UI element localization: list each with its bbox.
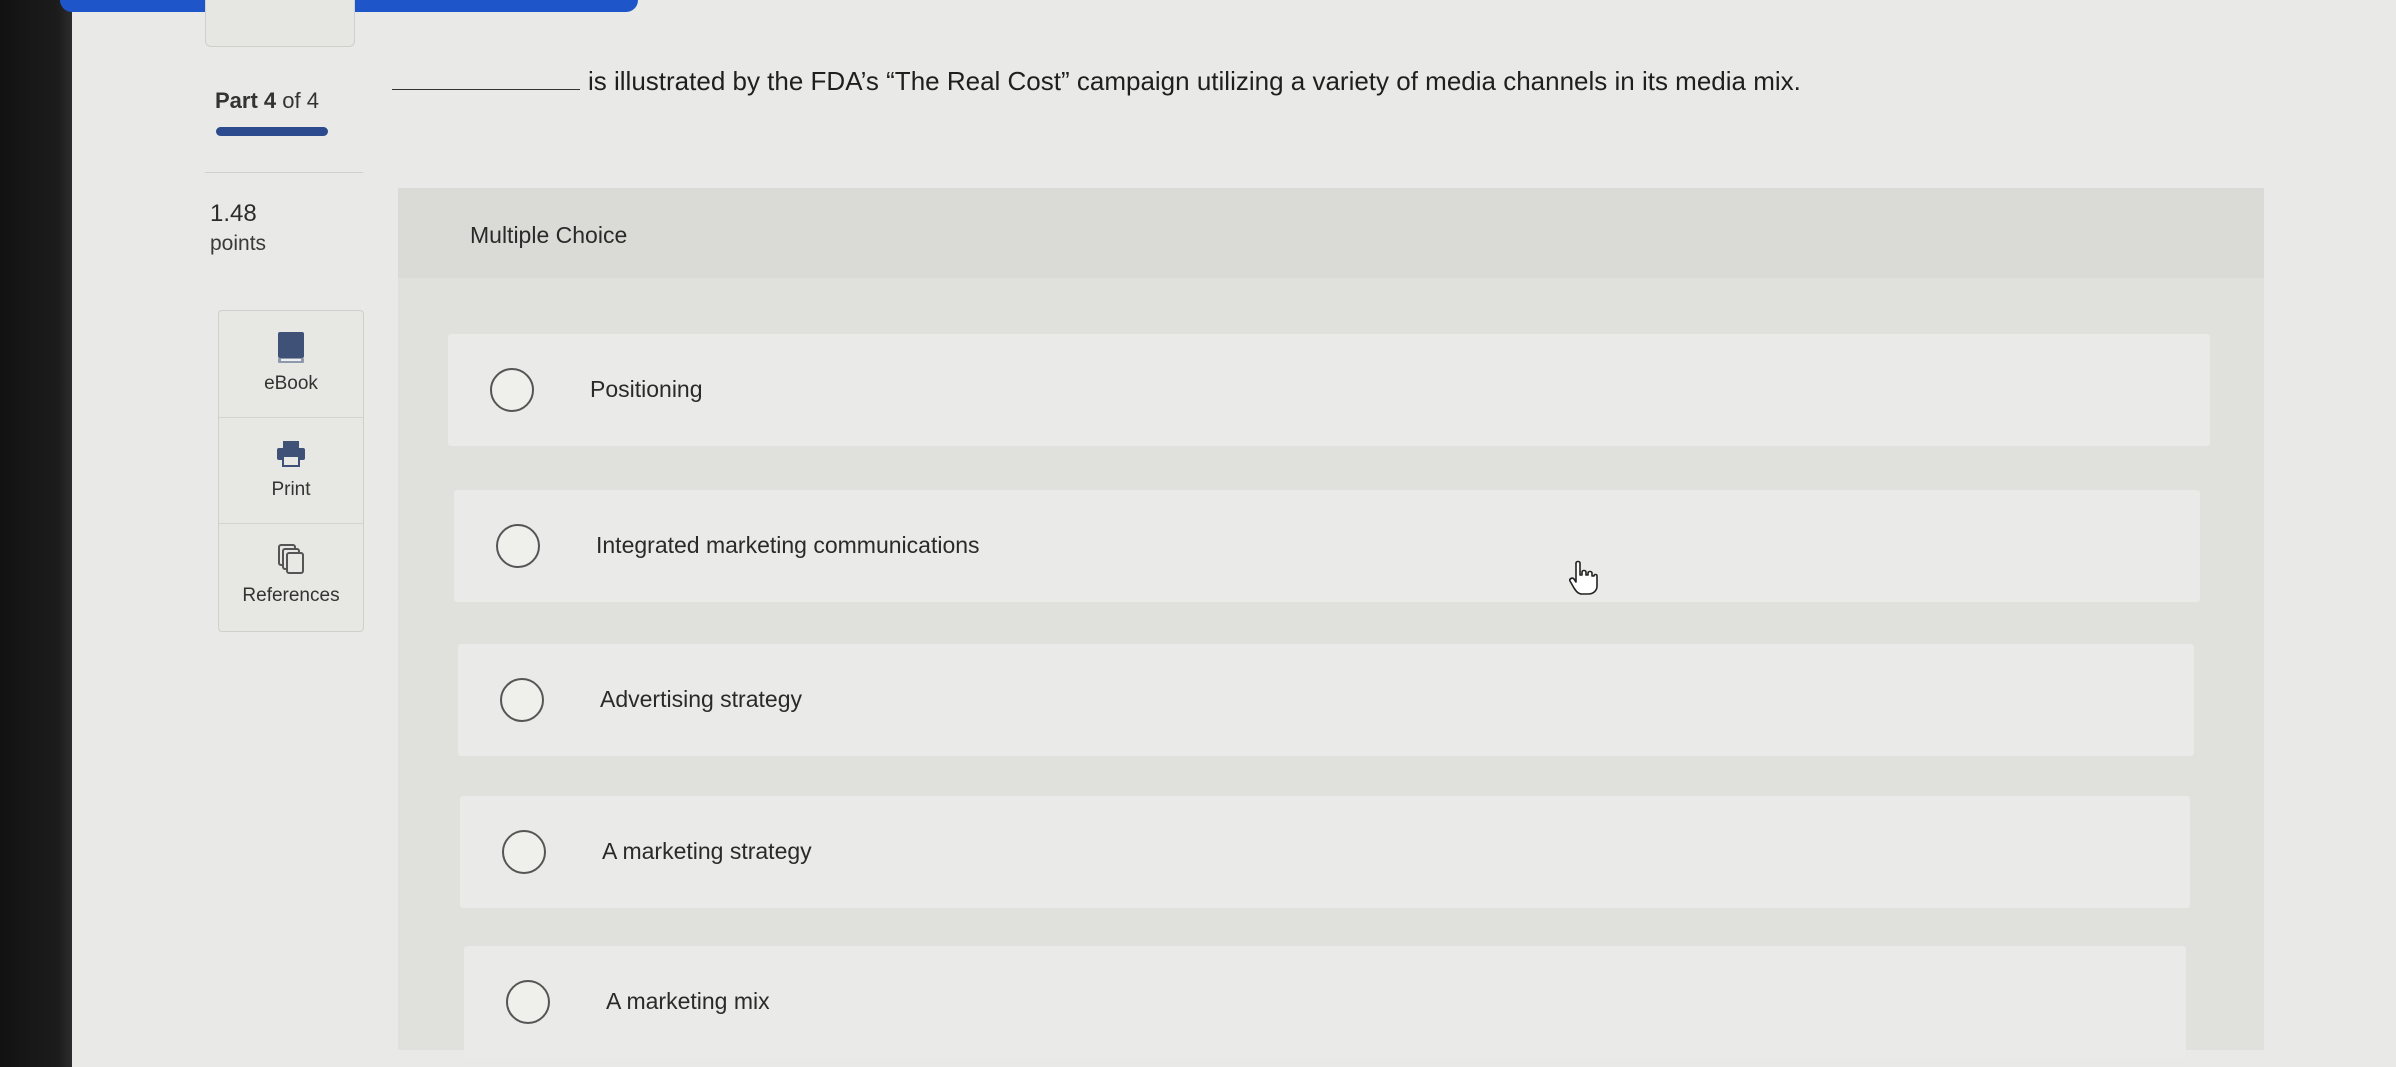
part-progress-bar (216, 127, 328, 136)
answer-blank (392, 89, 580, 90)
ebook-button[interactable]: eBook (219, 311, 363, 418)
answer-panel: Multiple Choice Positioning Integrated m… (398, 188, 2264, 1058)
radio-button[interactable] (502, 830, 546, 874)
radio-button[interactable] (490, 368, 534, 412)
references-button[interactable]: References (219, 523, 363, 629)
print-label: Print (271, 479, 311, 500)
question-prompt: is illustrated by the FDA’s “The Real Co… (392, 66, 1801, 97)
choice-label: Advertising strategy (600, 686, 802, 712)
references-icon (278, 544, 304, 574)
radio-button[interactable] (500, 678, 544, 722)
part-indicator: Part 4 of 4 (215, 88, 319, 114)
radio-button[interactable] (506, 980, 550, 1024)
choice-label: A marketing mix (606, 988, 770, 1014)
tools-panel: eBook Print References (218, 310, 364, 632)
choice-advertising-strategy[interactable]: Advertising strategy (458, 644, 2194, 756)
choice-integrated-marketing-communications[interactable]: Integrated marketing communications (454, 490, 2200, 602)
ebook-icon (278, 332, 304, 363)
choice-label: Positioning (590, 376, 703, 402)
printer-icon (277, 441, 305, 467)
answer-panel-header: Multiple Choice (398, 188, 2264, 278)
points-value: 1.48 (210, 200, 257, 227)
radio-button[interactable] (496, 524, 540, 568)
choice-label: A marketing strategy (602, 838, 812, 864)
choice-a-marketing-strategy[interactable]: A marketing strategy (460, 796, 2190, 908)
part-total: of 4 (282, 88, 319, 113)
points-label: points (210, 232, 267, 255)
top-tab[interactable] (205, 0, 355, 47)
divider (205, 172, 363, 173)
print-button[interactable]: Print (219, 417, 363, 524)
choice-a-marketing-mix[interactable]: A marketing mix (464, 946, 2186, 1058)
question-type-label: Multiple Choice (470, 222, 628, 248)
question-text: is illustrated by the FDA’s “The Real Co… (588, 66, 1801, 96)
hand-cursor-icon (1569, 560, 1598, 595)
choice-positioning[interactable]: Positioning (448, 334, 2210, 446)
part-number: Part 4 (215, 88, 277, 113)
references-label: References (242, 585, 340, 606)
ebook-label: eBook (264, 373, 318, 394)
screen-bezel (0, 0, 72, 1067)
choice-label: Integrated marketing communications (596, 532, 980, 558)
